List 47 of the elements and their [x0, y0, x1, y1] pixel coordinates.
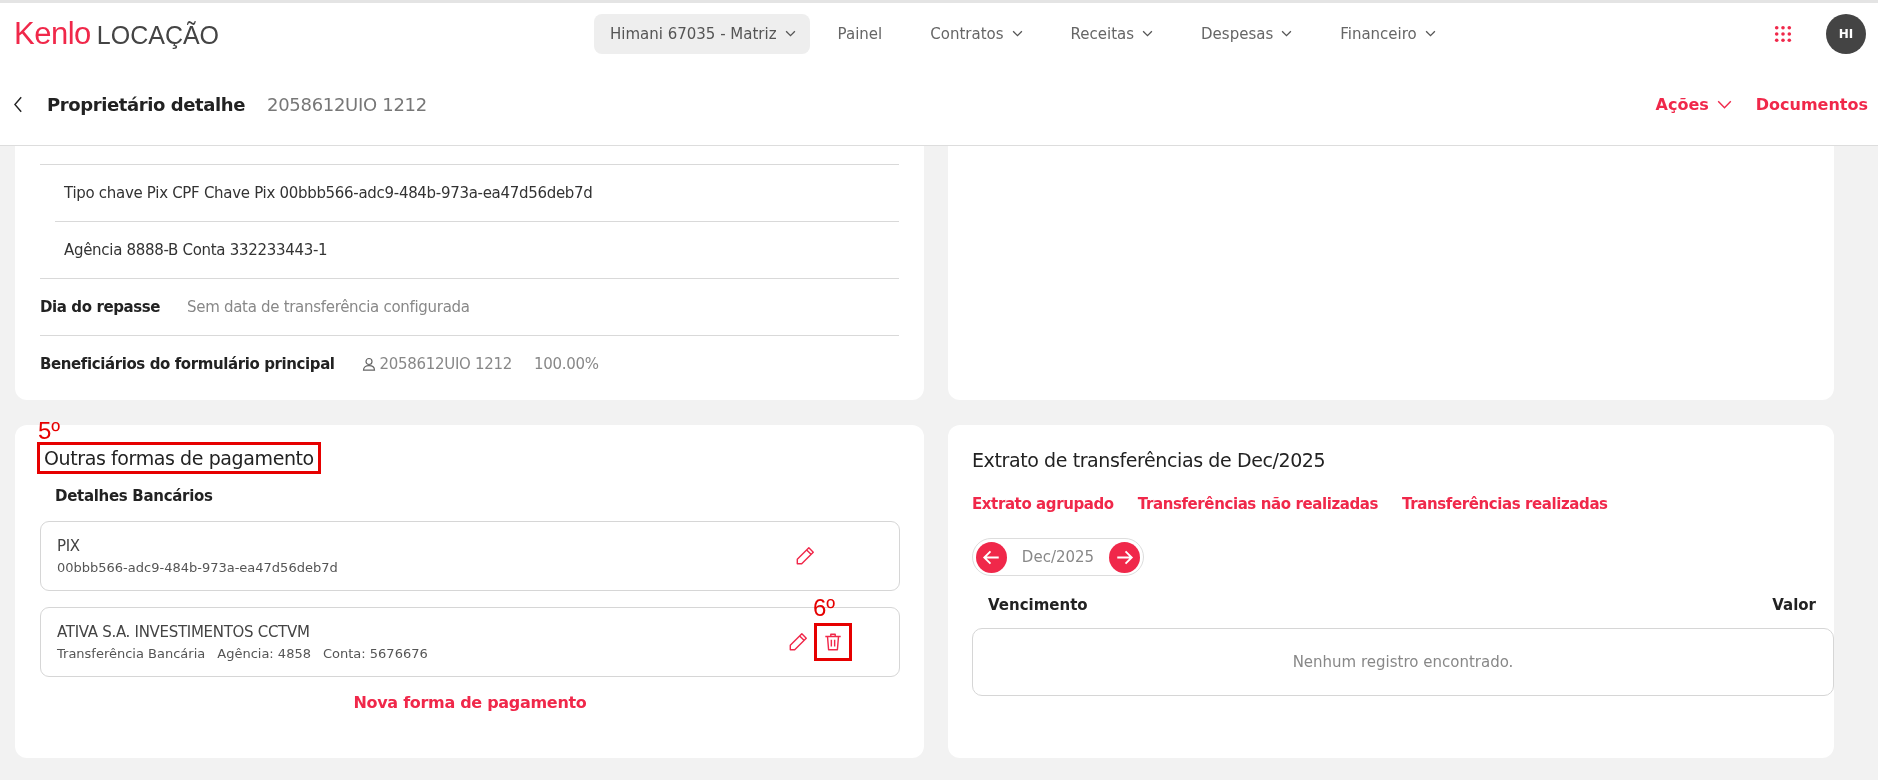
payment-method-detail: Agência: 4858	[217, 646, 311, 661]
field-value: Sem data de transferência configurada	[187, 298, 470, 316]
person-icon	[361, 357, 376, 371]
action-link[interactable]: Documentos	[1755, 95, 1868, 114]
next-month-button[interactable]	[1109, 541, 1140, 573]
edit-pencil-icon[interactable]	[794, 545, 816, 567]
column-header: Vencimento	[988, 596, 1088, 614]
payment-method-detail: 00bbb566-adc9-484b-973a-ea47d56deb7d	[57, 560, 338, 575]
beneficiary-name: 2058612UIO 1212	[379, 355, 513, 373]
logo-brand: Kenlo	[14, 15, 91, 52]
page-title: Proprietário detalhe	[47, 94, 246, 115]
statement-tab[interactable]: Transferências realizadas	[1402, 495, 1608, 513]
bank-detail-text: Tipo chave Pix CPF Chave Pix 00bbb566-adc9-484b-973a-ea47d56deb7d	[64, 184, 593, 202]
empty-message: Nenhum registro encontrado.	[1292, 653, 1514, 671]
chevron-down-icon	[784, 30, 796, 37]
nav-item[interactable]: Contratos	[910, 24, 1043, 43]
month-label: Dec/2025	[1021, 548, 1095, 566]
nav-item[interactable]: Despesas	[1181, 24, 1313, 43]
annotation-number: 6º	[813, 596, 836, 620]
field-label: Beneficiários do formulário principal	[40, 355, 335, 373]
delete-trash-icon[interactable]	[817, 626, 849, 658]
add-payment-method-link[interactable]: Nova forma de pagamento	[353, 693, 587, 712]
column-header: Valor	[1772, 596, 1816, 614]
payment-method-detail: Conta: 5676676	[322, 646, 428, 661]
logo-product: LOCAÇÃO	[96, 20, 220, 50]
statement-tab[interactable]: Extrato agrupado	[972, 495, 1114, 513]
payment-method-detail: Transferência Bancária	[57, 646, 206, 661]
beneficiary-share: 100.00%	[534, 355, 599, 373]
nav-item[interactable]: Painel	[817, 24, 903, 43]
nav-item[interactable]: Receitas	[1050, 24, 1174, 43]
edit-pencil-icon[interactable]	[787, 631, 809, 653]
field-label: Dia do repasse	[40, 298, 161, 316]
owner-code: 2058612UIO 1212	[267, 94, 427, 115]
action-link[interactable]: Ações	[1655, 95, 1732, 114]
user-avatar[interactable]: HI	[1826, 13, 1866, 54]
section-subtitle: Detalhes Bancários	[55, 487, 214, 505]
statement-tab[interactable]: Transferências não realizadas	[1137, 495, 1379, 513]
branch-selector[interactable]: Himani 67035 - Matriz	[594, 13, 810, 54]
nav-item[interactable]: Financeiro	[1320, 24, 1456, 43]
payment-method-name: ATIVA S.A. INVESTIMENTOS CCTVM	[57, 623, 311, 641]
bank-detail-text: Agência 8888-B Conta 332233443-1	[64, 241, 328, 259]
section-title: Outras formas de pagamento	[40, 445, 318, 471]
payment-method-name: PIX	[57, 537, 81, 555]
section-title: Extrato de transferências de Dec/2025	[972, 448, 1327, 473]
annotation-number: 5º	[38, 419, 61, 443]
apps-grid-icon[interactable]	[1774, 24, 1792, 43]
previous-month-button[interactable]	[976, 541, 1007, 573]
